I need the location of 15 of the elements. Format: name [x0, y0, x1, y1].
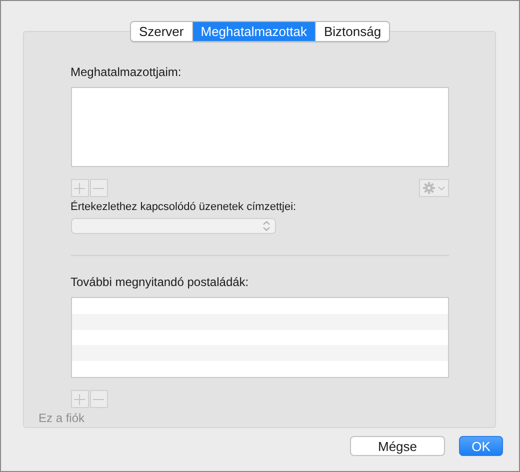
delegates-list[interactable] [70, 87, 448, 167]
plus-icon [74, 394, 85, 404]
account-label: Ez a fiók [38, 411, 86, 425]
tab[interactable]: Biztonság [314, 22, 390, 41]
minus-icon [93, 398, 104, 400]
plus-icon [74, 182, 85, 194]
delegates-label: Meghatalmazottjaim: [70, 65, 182, 79]
chevron-down-icon [438, 186, 444, 190]
cancel-button[interactable]: Mégse [350, 436, 445, 456]
meeting-recipients-label: Értekezlethez kapcsolódó üzenetek címzettjei: [70, 201, 298, 213]
mailboxes-label: További megnyitandó postaládák: [70, 275, 250, 289]
up-down-arrows-icon [262, 221, 270, 231]
mailboxes-list[interactable] [70, 297, 448, 378]
gear-icon [422, 182, 434, 194]
tab[interactable]: Meghatalmazottak [192, 22, 315, 41]
